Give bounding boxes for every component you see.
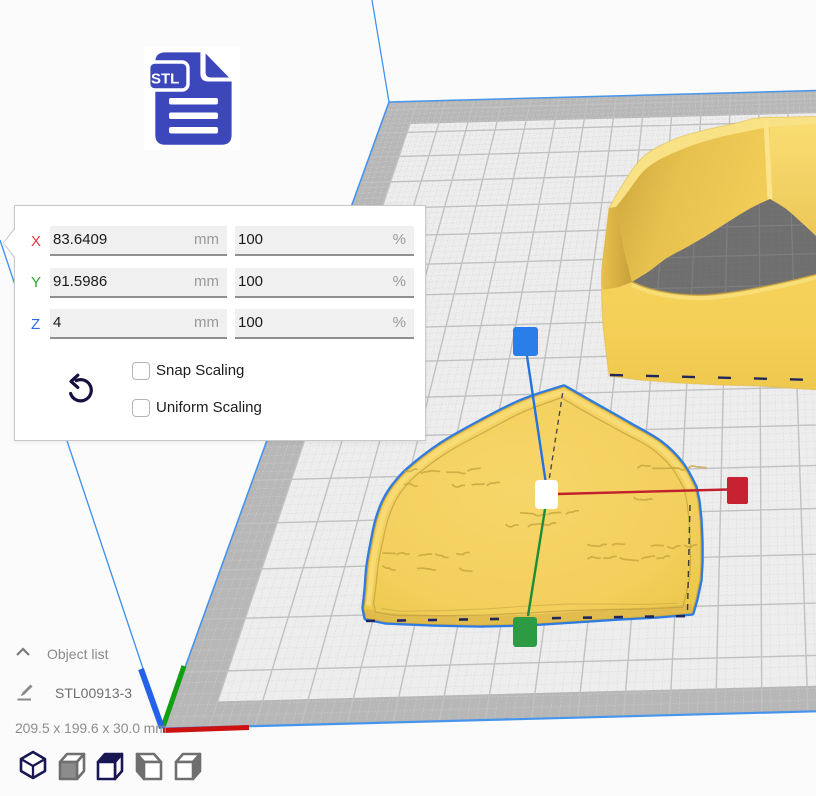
svg-text:STL: STL — [151, 71, 179, 88]
